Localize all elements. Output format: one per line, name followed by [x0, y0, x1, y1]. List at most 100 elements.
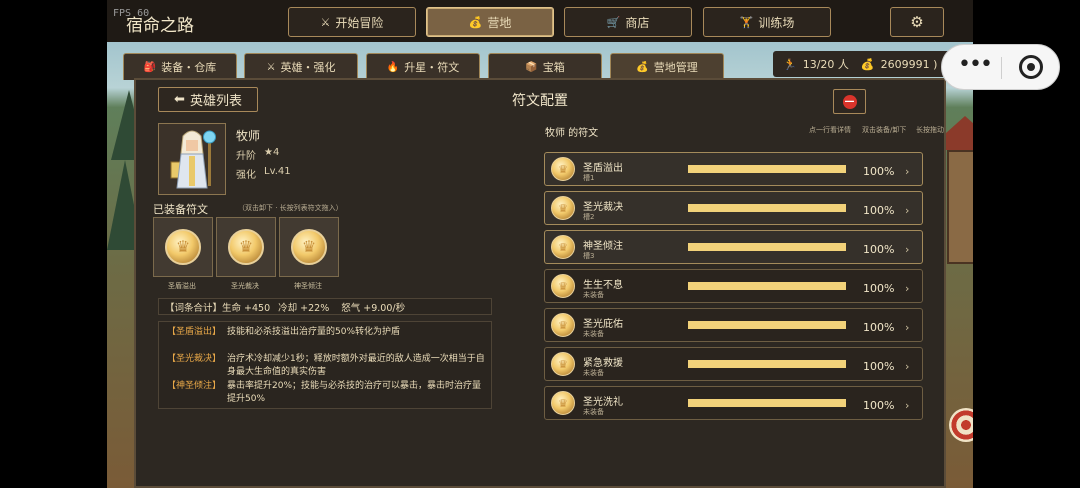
rune-slot-status: 未装备: [583, 369, 604, 377]
tab-label: 英雄・强化: [280, 61, 336, 74]
totals-cooldown: 冷却 +22%: [278, 302, 330, 314]
equipped-runes-hint: （双击卸下 · 长按列表符文拖入）: [238, 204, 343, 212]
effect-item: 【圣光裁决】 治疗术冷却减少1秒；释放时额外对最近的敌人造成一次相当于自身最大生…: [167, 353, 489, 379]
rune-progress-percent: 100%: [863, 360, 895, 373]
back-label: 英雄列表: [189, 94, 242, 109]
money-bag-icon: 💰: [468, 15, 483, 29]
nav-label: 训练场: [758, 15, 795, 30]
priest-avatar-icon: [159, 124, 225, 194]
runner-icon: 🏃: [783, 57, 797, 71]
gold-amount: 2609991 ): [880, 57, 938, 71]
star-value: ★4: [264, 147, 280, 158]
chevron-right-icon: ›: [905, 204, 910, 217]
rune-progress-fill: [688, 243, 846, 251]
game-title: 宿命之路: [126, 16, 194, 36]
effect-tag: 【圣光裁决】: [167, 354, 222, 364]
chalice-medal-icon: ♛: [228, 229, 264, 265]
rune-icon-wrap: ♛: [551, 391, 575, 415]
hero-portrait: [158, 123, 226, 195]
star-label: 升阶: [236, 151, 256, 162]
rune-progress-bar: [688, 282, 846, 290]
attribute-totals: 【词条合计】生命 +450 冷却 +22% 怒气 +9.00/秒: [158, 298, 492, 315]
rune-config-panel: ⬅ 英雄列表 符文配置 — 牧师 升阶 ★4 强化 Lv.41 已装备符文 （双…: [134, 78, 946, 488]
rune-progress-bar: [688, 165, 846, 173]
rune-progress-percent: 100%: [863, 165, 895, 178]
chalice-medal-icon: ♛: [551, 196, 575, 220]
hint-view-detail: 点一行看详情: [809, 126, 851, 134]
tab-equipment-warehouse[interactable]: 🎒 装备・仓库: [123, 53, 237, 80]
rune-progress-bar: [688, 204, 846, 212]
nav-label: 商店: [625, 15, 650, 30]
rune-row[interactable]: ♛ 紧急救援 未装备 100% ›: [544, 347, 923, 381]
chalice-medal-icon: ♛: [165, 229, 201, 265]
rune-row[interactable]: ♛ 神圣倾注 槽3 100% ›: [544, 230, 923, 264]
rune-row[interactable]: ♛ 生生不息 未装备 100% ›: [544, 269, 923, 303]
close-icon: —: [842, 94, 857, 109]
rune-progress-bar: [688, 243, 846, 251]
rune-progress-fill: [688, 399, 846, 407]
rune-progress-percent: 100%: [863, 282, 895, 295]
capsule-divider: [1001, 57, 1002, 79]
rune-name: 圣光庇佑: [583, 319, 623, 330]
swords-icon: ⚔: [320, 15, 331, 29]
equipped-runes-title: 已装备符文: [153, 203, 208, 216]
tab-hero-enhance[interactable]: ⚔ 英雄・强化: [244, 53, 358, 80]
level-value: Lv.41: [264, 166, 291, 177]
rune-slot-label: 神圣倾注: [294, 282, 322, 290]
rune-progress-fill: [688, 165, 846, 173]
swords-icon: ⚔: [266, 61, 276, 73]
rune-row[interactable]: ♛ 圣光裁决 槽2 100% ›: [544, 191, 923, 225]
hint-equip: 双击装备/卸下: [862, 126, 907, 134]
close-button[interactable]: —: [833, 89, 866, 114]
tab-label: 营地管理: [653, 61, 698, 74]
rune-progress-percent: 100%: [863, 321, 895, 334]
chalice-medal-icon: ♛: [551, 352, 575, 376]
house-decoration: [947, 150, 973, 264]
settings-button[interactable]: ⚙: [890, 7, 944, 37]
rune-progress-percent: 100%: [863, 204, 895, 217]
gold-icon: 💰: [860, 57, 875, 71]
money-bag-icon: 💰: [636, 61, 649, 73]
miniprogram-capsule: •••: [941, 44, 1060, 90]
rune-slot-2[interactable]: ♛: [216, 217, 276, 277]
nav-shop[interactable]: 🛒 商店: [564, 7, 692, 37]
close-miniprogram-icon[interactable]: [1019, 55, 1043, 79]
tab-label: 宝箱: [542, 61, 565, 74]
rune-name: 圣光洗礼: [583, 397, 623, 408]
rune-progress-fill: [688, 321, 846, 329]
rune-progress-fill: [688, 360, 846, 368]
hero-level-row: 强化 Lv.41: [236, 166, 291, 181]
level-label: 强化: [236, 170, 256, 181]
rune-slot-1[interactable]: ♛: [153, 217, 213, 277]
tab-camp-management[interactable]: 💰 营地管理: [610, 53, 724, 80]
hero-name: 牧师: [236, 129, 261, 143]
rune-icon-wrap: ♛: [551, 196, 575, 220]
chalice-medal-icon: ♛: [551, 274, 575, 298]
effect-tag: 【圣盾溢出】: [167, 327, 222, 337]
more-icon[interactable]: •••: [958, 54, 993, 76]
chalice-medal-icon: ♛: [551, 391, 575, 415]
rune-slot-status: 未装备: [583, 291, 604, 299]
chevron-right-icon: ›: [905, 399, 910, 412]
hero-list-back-button[interactable]: ⬅ 英雄列表: [158, 87, 258, 112]
rune-progress-bar: [688, 399, 846, 407]
hero-star-row: 升阶 ★4: [236, 147, 279, 162]
rune-row[interactable]: ♛ 圣光洗礼 未装备 100% ›: [544, 386, 923, 420]
nav-start-adventure[interactable]: ⚔ 开始冒险: [288, 7, 416, 37]
tab-chest[interactable]: 📦 宝箱: [488, 53, 602, 80]
nav-camp[interactable]: 💰 营地: [426, 7, 554, 37]
chalice-medal-icon: ♛: [291, 229, 327, 265]
rune-progress-fill: [688, 282, 846, 290]
rune-row[interactable]: ♛ 圣盾溢出 槽1 100% ›: [544, 152, 923, 186]
cart-icon: 🛒: [606, 15, 621, 29]
tab-starup-rune[interactable]: 🔥 升星・符文: [366, 53, 480, 80]
rune-icon-wrap: ♛: [551, 313, 575, 337]
rune-slot-3[interactable]: ♛: [279, 217, 339, 277]
rune-row[interactable]: ♛ 圣光庇佑 未装备 100% ›: [544, 308, 923, 342]
rune-name: 神圣倾注: [583, 241, 623, 252]
rune-icon-wrap: ♛: [551, 274, 575, 298]
backpack-icon: 🎒: [143, 61, 157, 73]
nav-training[interactable]: 🏋 训练场: [703, 7, 831, 37]
nav-label: 开始冒险: [335, 15, 384, 30]
chalice-medal-icon: ♛: [551, 157, 575, 181]
